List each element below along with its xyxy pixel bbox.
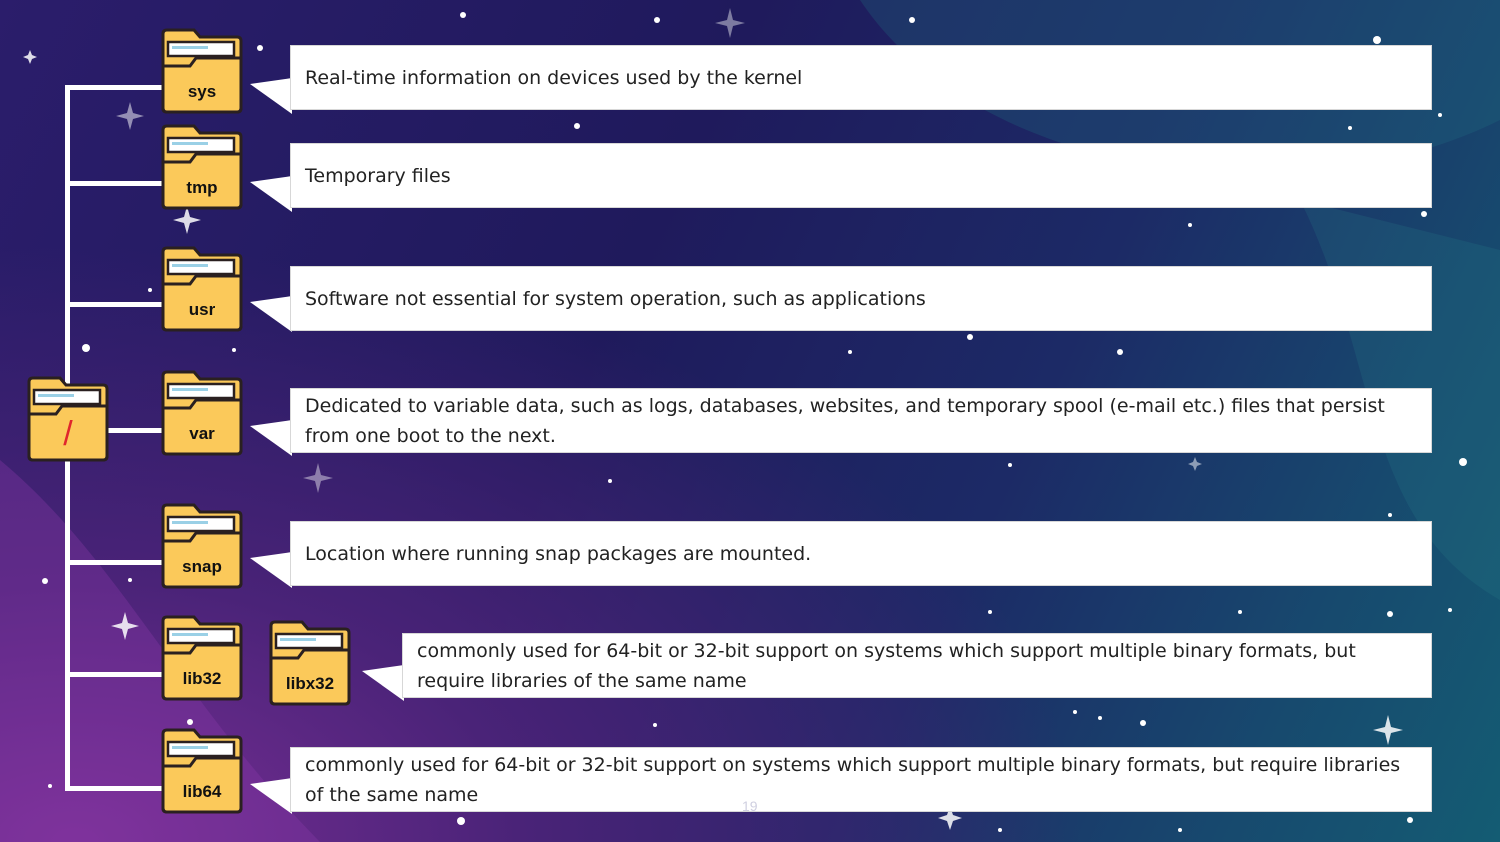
callout-tail-tmp	[250, 176, 292, 212]
folder-var-icon[interactable]: var	[160, 370, 244, 456]
folder-snap-icon[interactable]: snap	[160, 503, 244, 589]
folder-sys-label: sys	[187, 82, 217, 101]
callout-lib32: commonly used for 64-bit or 32-bit suppo…	[402, 633, 1432, 698]
branch-tmp	[65, 181, 163, 186]
description-lib64: commonly used for 64-bit or 32-bit suppo…	[305, 753, 1401, 806]
branch-lib64	[65, 786, 163, 791]
branch-var	[105, 428, 163, 433]
folder-libx32-icon[interactable]: libx32	[268, 620, 352, 706]
branch-sys	[65, 85, 163, 90]
description-snap: Location where running snap packages are…	[305, 542, 812, 565]
description-tmp: Temporary files	[305, 164, 451, 187]
callout-tail-var	[250, 420, 292, 456]
folder-lib64-icon[interactable]: lib64	[160, 728, 244, 814]
root-folder-label: /	[63, 415, 73, 453]
folder-sys-icon[interactable]: sys	[160, 28, 244, 114]
folder-usr-label: usr	[188, 300, 216, 319]
callout-sys: Real-time information on devices used by…	[290, 45, 1432, 110]
branch-lib32	[65, 672, 163, 677]
folder-lib32-icon[interactable]: lib32	[160, 615, 244, 701]
branch-usr	[65, 302, 163, 307]
callout-tail-sys	[250, 78, 292, 114]
callout-tail-snap	[250, 552, 292, 588]
slide-number: 19	[742, 798, 758, 814]
folder-snap-label: snap	[182, 557, 222, 576]
callout-tail-usr	[250, 296, 292, 332]
description-var: Dedicated to variable data, such as logs…	[305, 394, 1385, 447]
folder-lib64-label: lib64	[182, 782, 222, 801]
folder-libx32-label: libx32	[285, 674, 335, 693]
folder-lib32-label: lib32	[182, 669, 222, 688]
callout-usr: Software not essential for system operat…	[290, 266, 1432, 331]
description-lib32: commonly used for 64-bit or 32-bit suppo…	[417, 639, 1356, 692]
branch-snap	[65, 560, 163, 565]
folder-tmp-icon[interactable]: tmp	[160, 124, 244, 210]
callout-tail-libx32	[362, 665, 404, 701]
callout-tmp: Temporary files	[290, 143, 1432, 208]
folder-usr-icon[interactable]: usr	[160, 246, 244, 332]
folder-tmp-label: tmp	[186, 178, 218, 197]
callout-snap: Location where running snap packages are…	[290, 521, 1432, 586]
callout-lib64: commonly used for 64-bit or 32-bit suppo…	[290, 747, 1432, 812]
description-sys: Real-time information on devices used by…	[305, 66, 803, 89]
root-folder-icon[interactable]: /	[26, 376, 110, 462]
callout-tail-lib64	[250, 778, 292, 814]
folder-var-label: var	[189, 424, 215, 443]
description-usr: Software not essential for system operat…	[305, 287, 926, 310]
callout-var: Dedicated to variable data, such as logs…	[290, 388, 1432, 453]
